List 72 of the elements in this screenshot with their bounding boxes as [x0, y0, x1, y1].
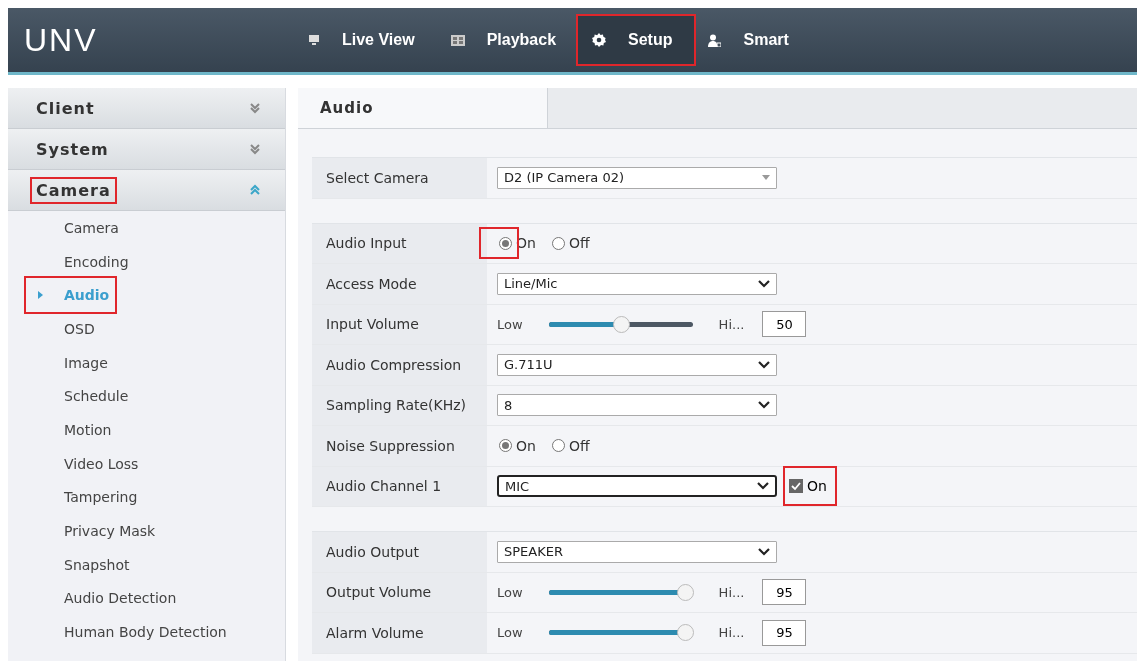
chevron-icon	[758, 401, 770, 410]
slider-thumb[interactable]	[677, 624, 695, 642]
sidebar-item[interactable]: Image	[26, 345, 114, 380]
radio-button[interactable]: On	[497, 435, 538, 456]
expand-icon[interactable]	[249, 143, 261, 155]
high-label: Hi...	[718, 316, 745, 332]
dropdown[interactable]: MIC	[497, 475, 777, 498]
field-label: Audio Compression	[312, 345, 487, 385]
pointer-icon	[38, 291, 43, 300]
sidebar-group[interactable]: Client	[8, 88, 285, 129]
high-label: Hi...	[718, 584, 745, 600]
chevron-icon	[758, 360, 770, 369]
film-icon	[450, 34, 465, 46]
sidebar-group[interactable]: System	[8, 129, 285, 170]
sidebar-item[interactable]: Schedule	[26, 379, 135, 414]
checkbox[interactable]: On	[785, 476, 831, 497]
field-label: Select Camera	[312, 158, 487, 198]
field-label: Noise Suppression	[312, 426, 487, 466]
dropdown[interactable]: G.711U	[497, 353, 777, 376]
value-field[interactable]: 95	[762, 579, 807, 606]
sidebar-item[interactable]: Human Body Detection	[26, 615, 233, 649]
field-label: Output Volume	[312, 572, 487, 612]
sidebar-item[interactable]: OSD	[26, 312, 101, 346]
sidebar-item[interactable]: Motion	[26, 413, 118, 447]
slider-thumb[interactable]	[677, 583, 695, 601]
nav-tab[interactable]: Setup	[578, 16, 695, 64]
dropdown[interactable]: D2 (IP Camera 02)	[497, 166, 777, 189]
sidebar-item[interactable]: Video Loss	[26, 446, 145, 481]
group-label[interactable]: System	[32, 137, 113, 161]
sidebar-item[interactable]: Camera	[26, 211, 125, 245]
chevron-icon	[757, 482, 769, 491]
chevron-icon	[758, 547, 770, 556]
collapse-icon[interactable]	[249, 184, 261, 196]
low-label: Low	[497, 625, 523, 641]
tick-icon	[791, 481, 801, 492]
sidebar-item[interactable]: Privacy Mask	[26, 514, 162, 548]
person-icon	[708, 33, 722, 47]
field-label: Audio Input	[312, 223, 487, 263]
field-label: Audio Channel 1	[312, 466, 487, 506]
dropdown[interactable]: SPEAKER	[497, 540, 777, 563]
logo: UNV	[23, 21, 99, 59]
low-label: Low	[497, 316, 523, 332]
field-label: Input Volume	[312, 304, 487, 344]
caret-icon	[762, 175, 770, 181]
nav-tab[interactable]: Smart	[694, 16, 811, 64]
group-label[interactable]: Camera	[32, 178, 115, 202]
low-label: Low	[497, 584, 523, 600]
field-label: Audio Output	[312, 532, 487, 572]
settings-icon	[592, 33, 607, 47]
sidebar-item[interactable]: Snapshot	[26, 547, 136, 582]
expand-icon[interactable]	[249, 102, 261, 114]
field-label: Access Mode	[312, 264, 487, 304]
radio-button[interactable]: Off	[549, 233, 592, 254]
sidebar-item[interactable]: Tampering	[26, 480, 144, 515]
radio-button[interactable]: Off	[549, 435, 592, 456]
high-label: Hi...	[718, 625, 745, 641]
group-label[interactable]: Client	[32, 96, 99, 120]
nav-tab[interactable]: Playback	[436, 16, 579, 64]
monitor-icon	[308, 34, 320, 46]
page-tab[interactable]: Audio	[298, 88, 548, 128]
dropdown[interactable]: Line/Mic	[497, 272, 777, 295]
value-field[interactable]: 95	[762, 619, 807, 646]
nav-tab[interactable]: Live View	[294, 16, 437, 64]
chevron-icon	[758, 279, 770, 288]
dropdown[interactable]: 8	[497, 394, 777, 417]
slider-thumb[interactable]	[612, 315, 630, 333]
field-label: Sampling Rate(KHz)	[312, 385, 487, 425]
sidebar-item[interactable]: Encoding	[26, 244, 135, 279]
value-field[interactable]: 50	[762, 311, 807, 338]
field-label: Alarm Volume	[312, 613, 487, 653]
sidebar-item[interactable]: Audio Detection	[26, 581, 183, 616]
sidebar-group[interactable]: Camera	[8, 170, 285, 211]
